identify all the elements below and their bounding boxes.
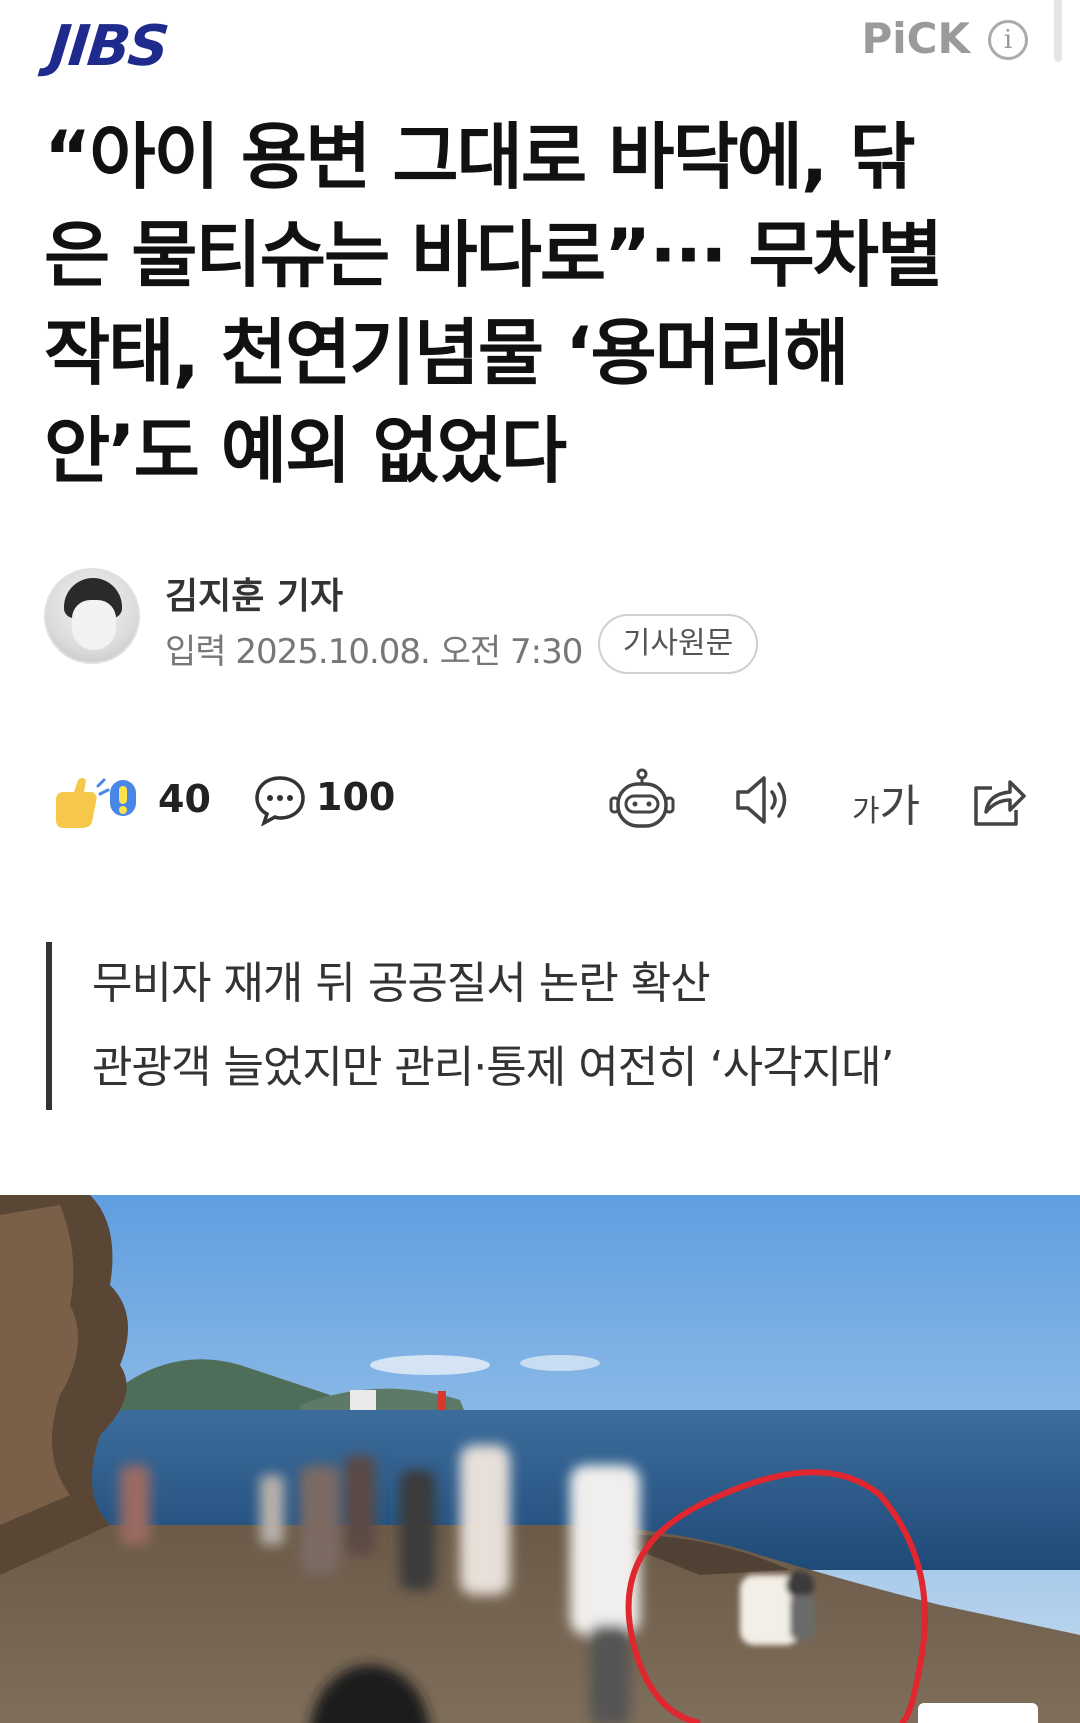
article-photo[interactable]	[0, 1195, 1080, 1723]
jibs-logo[interactable]: JIBS	[47, 14, 171, 79]
top-bar: JIBS PiCK i	[0, 0, 1080, 90]
info-icon[interactable]: i	[988, 20, 1028, 60]
reporter-name[interactable]: 김지훈 기자	[165, 567, 343, 619]
headline-line: 작태, 천연기념물 ‘용머리해	[44, 311, 849, 395]
publish-date: 입력 2025.10.08. 오전 7:30	[165, 632, 583, 672]
summary-line: 관광객 늘었지만 관리·통제 여전히 ‘사각지대’	[92, 1042, 895, 1093]
article-summary: 무비자 재개 뒤 공공질서 논란 확산 관광객 늘었지만 관리·통제 여전히 ‘…	[46, 942, 1046, 1110]
headline-line: 은 물티슈는 바다로”··· 무차별	[44, 213, 943, 297]
headline-line: 안’도 예외 없었다	[44, 409, 567, 493]
reaction-count: 40	[158, 777, 211, 821]
font-size-icon[interactable]: 가가	[852, 770, 924, 834]
pick-label: PiCK	[861, 14, 970, 63]
share-icon[interactable]	[970, 768, 1028, 832]
speaker-icon[interactable]	[734, 768, 794, 832]
font-small-glyph: 가	[852, 794, 880, 829]
headline-line: “아이 용변 그대로 바닥에, 닦	[44, 115, 916, 199]
original-article-button[interactable]: 기사원문	[598, 614, 758, 674]
comment-icon[interactable]	[254, 774, 306, 826]
reaction-icon[interactable]	[52, 774, 148, 830]
scrollbar[interactable]	[1054, 0, 1062, 62]
comment-count: 100	[316, 775, 396, 819]
avatar-face	[72, 600, 116, 650]
font-large-glyph: 가	[879, 781, 921, 832]
summary-line: 무비자 재개 뒤 공공질서 논란 확산	[92, 958, 711, 1009]
article-headline: “아이 용변 그대로 바닥에, 닦 은 물티슈는 바다로”··· 무차별 작태,…	[44, 108, 1034, 500]
reporter-avatar[interactable]	[44, 568, 140, 664]
robot-summary-icon[interactable]	[608, 768, 676, 832]
